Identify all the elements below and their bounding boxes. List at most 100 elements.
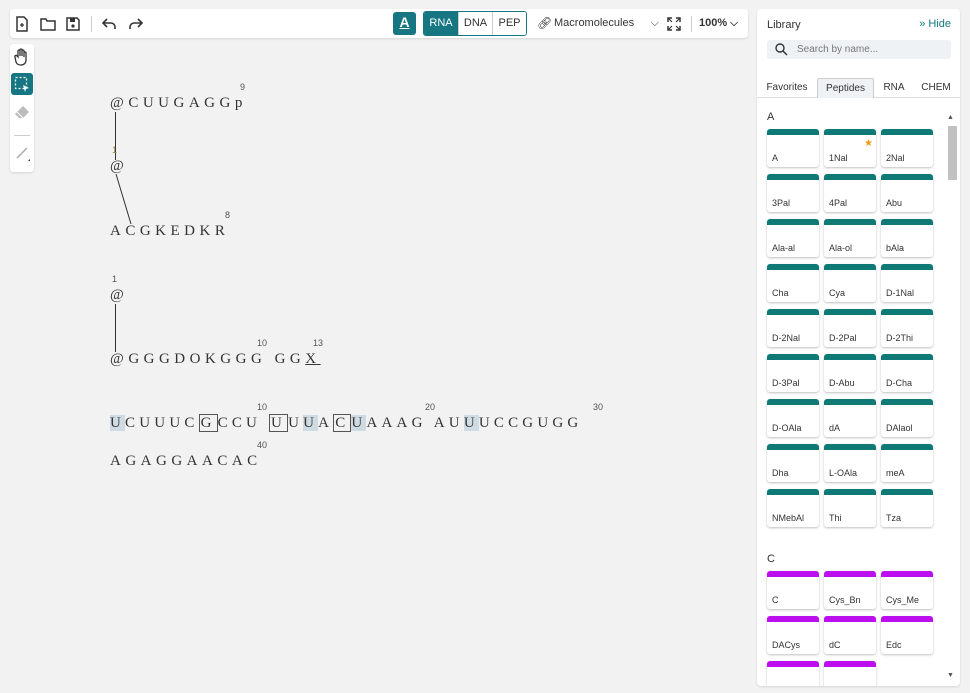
mode-select[interactable]: 🔗︎ Macromolecules ⌵ (535, 11, 661, 36)
chevron-down-icon: ⌵ (650, 17, 659, 29)
sequence-chem-2[interactable]: @ (110, 287, 128, 304)
monomer-color-bar (824, 661, 876, 667)
folder-icon[interactable] (38, 14, 58, 34)
font-style-button[interactable]: A (393, 12, 416, 35)
scrollbar-thumb[interactable] (948, 126, 957, 180)
monomer-card[interactable]: NMebAl (767, 489, 819, 527)
monomer-highlighted[interactable]: U (110, 415, 126, 431)
monomer-card[interactable] (824, 661, 876, 686)
sequence-peptide-2[interactable]: @GGGDOKGGG GGX (110, 351, 321, 368)
monomer-color-bar (824, 489, 876, 495)
bond-line-icon[interactable] (11, 142, 33, 164)
monomer-card[interactable]: 4Pal (824, 174, 876, 212)
monomer-name: 2Nal (886, 153, 905, 163)
monomer-card[interactable]: Dha (767, 444, 819, 482)
tab-rna[interactable]: RNA (876, 78, 912, 98)
monomer-card[interactable]: Edc (881, 616, 933, 654)
hide-library-link[interactable]: » Hide (919, 18, 951, 30)
monomer-card[interactable]: D-2Thi (881, 309, 933, 347)
monomer-boxed[interactable]: U (269, 414, 289, 432)
pep-button[interactable]: PEP (492, 12, 526, 35)
monomer-highlighted[interactable]: U (463, 415, 479, 431)
sequence-peptide-1[interactable]: ACGKEDKR (110, 223, 229, 240)
monomer-color-bar (767, 444, 819, 450)
monomer-color-bar (824, 309, 876, 315)
monomer-highlighted[interactable]: U (303, 415, 319, 431)
monomer-name: 3Pal (772, 198, 791, 208)
tab-favorites[interactable]: Favorites (760, 78, 814, 98)
monomer-card[interactable]: meA (881, 444, 933, 482)
monomer-card[interactable]: Ala-al (767, 219, 819, 257)
monomer-card[interactable]: Cys_Bn (824, 571, 876, 609)
monomer-card[interactable]: D-1Nal (881, 264, 933, 302)
sequence-rna-1[interactable]: @CUUGAGGp (110, 95, 247, 112)
scroll-down-icon[interactable]: ▼ (947, 672, 954, 679)
monomer-name: dA (829, 423, 841, 433)
monomer-name: bAla (886, 243, 905, 253)
monomer-card[interactable]: D-2Nal (767, 309, 819, 347)
monomer-card[interactable]: 2Nal (881, 129, 933, 167)
monomer-card[interactable]: Cya (824, 264, 876, 302)
monomer-card[interactable]: Cha (767, 264, 819, 302)
monomer-card[interactable]: D-OAla (767, 399, 819, 437)
monomer-card[interactable]: dA (824, 399, 876, 437)
top-toolbar: A RNA DNA PEP 🔗︎ Macromolecules ⌵ 100% ⌵ (10, 9, 748, 38)
monomer-card[interactable]: D-Abu (824, 354, 876, 392)
monomer-card[interactable] (767, 661, 819, 686)
monomer-card[interactable]: Tza (881, 489, 933, 527)
monomer-card[interactable]: DACys (767, 616, 819, 654)
eraser-icon[interactable] (11, 101, 33, 123)
library-scrollbar[interactable]: ▲ ▼ (947, 114, 957, 679)
monomer-card[interactable]: Cys_Me (881, 571, 933, 609)
monomer-card[interactable]: Ala-ol (824, 219, 876, 257)
sequence-chunk: CUUUC (125, 415, 199, 431)
monomer-name: Thi (829, 513, 842, 523)
monomer-card[interactable]: 1Nal ★ (824, 129, 876, 167)
monomer-card[interactable]: D-2Pal (824, 309, 876, 347)
monomer-card[interactable]: bAla (881, 219, 933, 257)
monomer-highlighted[interactable]: U (351, 415, 367, 431)
monomer-card[interactable]: D-Cha (881, 354, 933, 392)
monomer-color-bar (881, 399, 933, 405)
new-document-icon[interactable] (12, 14, 32, 34)
monomer-card[interactable]: Abu (881, 174, 933, 212)
sequence-type-switch: RNA DNA PEP (423, 11, 527, 36)
tab-chem[interactable]: CHEM (915, 78, 957, 98)
monomer-color-bar (881, 571, 933, 577)
library-search-input[interactable]: Search by name... (767, 40, 951, 59)
library-tabs: Favorites Peptides RNA CHEM (757, 78, 960, 98)
position-number: 9 (240, 82, 246, 92)
monomer-card[interactable]: dC (824, 616, 876, 654)
redo-icon[interactable] (125, 14, 145, 34)
monomer-card[interactable]: 3Pal (767, 174, 819, 212)
monomer-name: Ala-ol (829, 243, 853, 253)
undo-icon[interactable] (99, 14, 119, 34)
zoom-value: 100% (699, 17, 728, 29)
monomer-card[interactable]: Thi (824, 489, 876, 527)
rna-button[interactable]: RNA (424, 12, 458, 35)
monomer-color-bar (767, 399, 819, 405)
fullscreen-icon[interactable] (664, 14, 684, 34)
monomer-card[interactable]: A (767, 129, 819, 167)
monomer-name: 1Nal (829, 153, 848, 163)
monomer-card[interactable]: DAlaol (881, 399, 933, 437)
sequence-rna-2[interactable]: UCUUUC G CCU U UUA C UAAAG AUUUCCGUGG (110, 414, 582, 432)
monomer-x[interactable]: X (305, 351, 320, 367)
select-rectangle-icon[interactable] (11, 73, 33, 95)
sequence-chem-1[interactable]: @ (110, 158, 128, 175)
section-header-c: C (767, 553, 775, 565)
monomer-card[interactable]: C (767, 571, 819, 609)
zoom-select[interactable]: 100% ⌵ (699, 11, 738, 36)
hand-icon[interactable] (11, 46, 33, 68)
monomer-boxed[interactable]: G (198, 414, 218, 432)
monomer-color-bar (881, 354, 933, 360)
tab-peptides[interactable]: Peptides (817, 78, 874, 98)
dna-button[interactable]: DNA (458, 12, 492, 35)
monomer-card[interactable]: L-OAla (824, 444, 876, 482)
favorite-star-icon[interactable]: ★ (864, 138, 873, 149)
save-icon[interactable] (63, 14, 83, 34)
sequence-rna-2-line-2[interactable]: AGAGGAACAC (110, 453, 262, 470)
scroll-up-icon[interactable]: ▲ (947, 114, 954, 121)
monomer-boxed[interactable]: C (333, 414, 352, 432)
monomer-card[interactable]: D-3Pal (767, 354, 819, 392)
